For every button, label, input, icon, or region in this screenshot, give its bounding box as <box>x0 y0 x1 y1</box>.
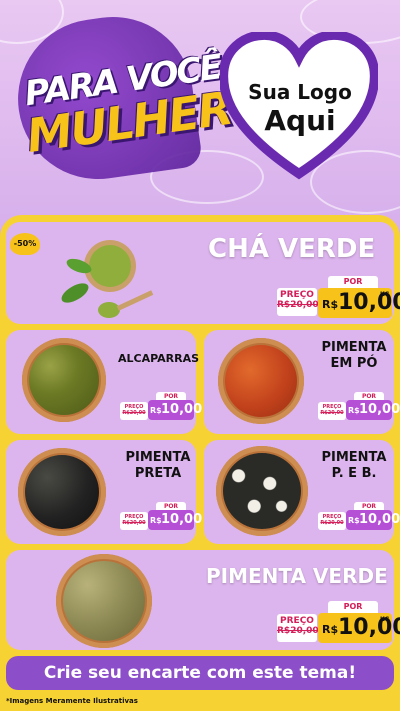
old-price-label: PREÇO <box>280 616 314 626</box>
name-line2: PRETA <box>134 465 182 481</box>
product-name-pimenta-peb: PIMENTA P. E B. <box>316 450 392 481</box>
discount-badge: -50% <box>10 233 40 255</box>
old-price-value: R$20,00 <box>277 626 319 636</box>
currency: R$ <box>322 623 339 636</box>
price-unit: KG <box>380 291 390 298</box>
name-line2: P. E B. <box>331 465 377 481</box>
pimenta-preta-image <box>18 448 106 536</box>
currency: R$ <box>348 406 360 415</box>
name-line1: PIMENTA <box>125 450 191 465</box>
cha-verde-image <box>58 226 158 321</box>
new-price-tag-pimenta-verde: POR <box>328 601 378 613</box>
old-price-pimenta-preta: PREÇO R$20,00 <box>120 512 148 530</box>
old-price-pimenta-peb: PREÇO R$20,00 <box>318 512 346 530</box>
old-price-value: R$20,00 <box>122 520 146 526</box>
name-line1: PIMENTA <box>321 450 387 465</box>
old-price-pimenta-po: PREÇO R$20,00 <box>318 402 346 420</box>
old-price-alcaparras: PREÇO R$20,00 <box>120 402 148 420</box>
product-name-cha-verde: CHÁ VERDE <box>208 234 376 264</box>
new-price-tag-cha-verde: POR <box>328 276 378 288</box>
name-line2: EM PÓ <box>330 355 378 371</box>
price-amount: 10,00 <box>161 512 203 527</box>
new-price-pimenta-verde: R$ 10,00 KG <box>318 613 400 643</box>
product-name-pimenta-preta: PIMENTA PRETA <box>118 450 198 481</box>
old-price-value: R$20,00 <box>320 410 344 416</box>
old-price-pimenta-verde: PREÇO R$20,00 <box>277 614 319 642</box>
cta-banner[interactable]: Crie seu encarte com este tema! <box>6 656 394 690</box>
old-price-value: R$20,00 <box>277 300 319 310</box>
new-price-pimenta-preta[interactable]: R$ 10,00 <box>148 510 202 530</box>
price-amount: 10,00 <box>338 290 400 315</box>
price-amount: 10,00 <box>161 402 203 417</box>
alcaparras-image <box>22 338 106 422</box>
pimenta-po-image <box>218 338 304 424</box>
price-unit: KG <box>380 616 390 623</box>
new-price-pimenta-po[interactable]: R$ 10,00 <box>346 400 400 420</box>
new-price-pimenta-peb[interactable]: R$ 10,00 <box>346 510 400 530</box>
product-name-pimenta-po: PIMENTA EM PÓ <box>316 340 392 371</box>
old-price-cha-verde: PREÇO R$20,00 <box>277 288 319 316</box>
currency: R$ <box>322 298 339 311</box>
old-price-value: R$20,00 <box>122 410 146 416</box>
price-amount: 10,00 <box>359 512 400 527</box>
old-price-label: PREÇO <box>280 290 314 300</box>
footnote: *Imagens Meramente Ilustrativas <box>6 697 138 705</box>
currency: R$ <box>150 406 162 415</box>
flyer: PARA VOCÊ, MULHER Sua Logo Aqui -50% CHÁ… <box>0 0 400 711</box>
currency: R$ <box>150 516 162 525</box>
logo-line1: Sua Logo <box>248 80 352 104</box>
product-name-pimenta-verde: PIMENTA VERDE <box>206 564 388 588</box>
pimenta-verde-image <box>56 554 152 648</box>
logo-line2: Aqui <box>264 104 336 137</box>
product-name-alcaparras: ALCAPARRAS <box>118 352 200 365</box>
price-amount: 10,00 <box>338 615 400 640</box>
currency: R$ <box>348 516 360 525</box>
pimenta-peb-image <box>216 446 308 536</box>
price-amount: 10,00 <box>359 402 400 417</box>
logo-placeholder[interactable]: Sua Logo Aqui <box>228 80 372 137</box>
name-line1: PIMENTA <box>321 340 387 355</box>
new-price-alcaparras[interactable]: R$ 10,00 <box>148 400 202 420</box>
new-price-cha-verde: R$ 10,00 KG <box>318 288 400 318</box>
old-price-value: R$20,00 <box>320 520 344 526</box>
